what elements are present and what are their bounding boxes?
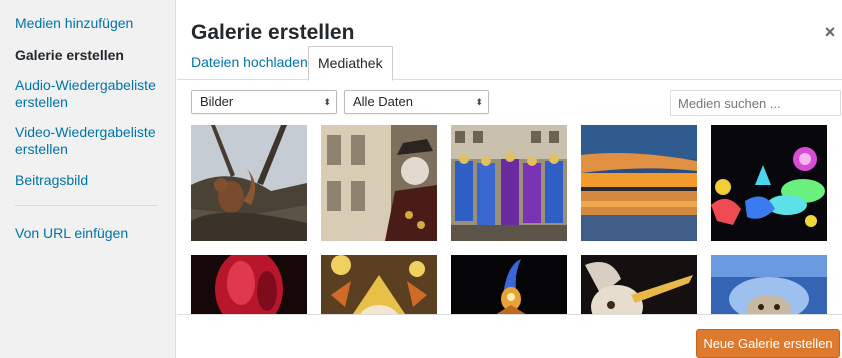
date-filter-select-value: Alle Daten [353,94,413,109]
media-type-select[interactable]: Bilder ⬍ [191,90,337,114]
media-thumbnail[interactable] [711,255,827,314]
lit-figure-image [451,255,567,314]
tab-upload-files[interactable]: Dateien hochladen [183,46,316,80]
media-grid [177,116,842,314]
sidebar-item-insert-from-url[interactable]: Von URL einfügen [15,225,165,242]
date-filter-select[interactable]: Alle Daten ⬍ [344,90,489,114]
sunset-image [581,125,697,241]
tab-media-library[interactable]: Mediathek [308,46,393,81]
close-icon[interactable]: × [820,22,840,42]
carnival-figure-image [321,125,437,241]
media-sidebar: Medien hinzufügen Galerie erstellen Audi… [0,0,176,358]
select-arrows-icon: ⬍ [323,97,331,107]
media-type-select-value: Bilder [200,94,234,109]
golden-mask-image [321,255,437,314]
sidebar-item-create-audio-playlist[interactable]: Audio-Wiedergabeliste erstellen [15,77,165,111]
media-thumbnail[interactable] [451,255,567,314]
media-thumbnail[interactable] [191,255,307,314]
tab-bar: Dateien hochladen Mediathek [177,46,842,81]
squirrel-image [191,125,307,241]
blue-mask-image [711,255,827,314]
media-thumbnail[interactable] [321,125,437,241]
create-gallery-button[interactable]: Neue Galerie erstellen [696,329,840,358]
modal-footer: Neue Galerie erstellen [177,314,842,358]
modal-title: Galerie erstellen [191,21,355,44]
media-thumbnail[interactable] [581,125,697,241]
select-arrows-icon: ⬍ [475,97,483,107]
media-thumbnail[interactable] [321,255,437,314]
parade-image [451,125,567,241]
lantern-figures-image [711,125,827,241]
sidebar-item-create-video-playlist[interactable]: Video-Wiedergabeliste erstellen [15,124,165,158]
white-mask-image [581,255,697,314]
media-thumbnail[interactable] [191,125,307,241]
media-thumbnail[interactable] [711,125,827,241]
red-lantern-image [191,255,307,314]
sidebar-divider [15,205,157,206]
sidebar-item-featured-image[interactable]: Beitragsbild [15,172,165,189]
sidebar-item-add-media[interactable]: Medien hinzufügen [15,15,165,32]
media-thumbnail[interactable] [451,125,567,241]
media-thumbnail[interactable] [581,255,697,314]
sidebar-item-create-gallery[interactable]: Galerie erstellen [15,47,165,64]
search-input[interactable] [670,90,841,116]
